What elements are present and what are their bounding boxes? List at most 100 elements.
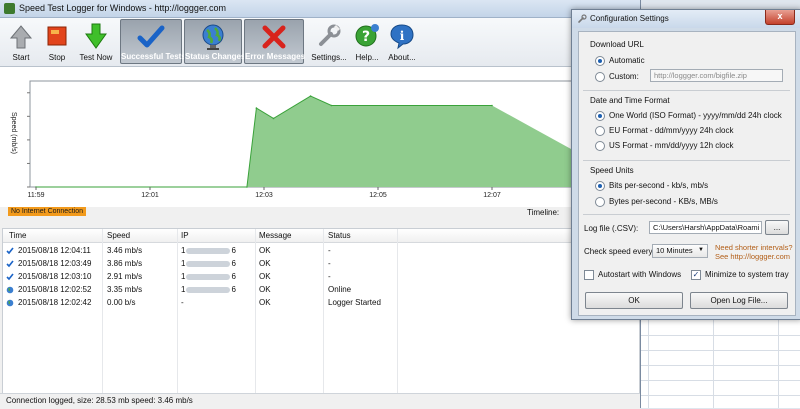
row-message: OK	[259, 285, 271, 294]
shorter-intervals-link[interactable]: Need shorter intervals?	[715, 243, 793, 252]
help-button[interactable]: ? Help...	[350, 19, 384, 64]
start-button[interactable]: Start	[4, 19, 38, 64]
loggger-link[interactable]: See http://loggger.com	[715, 252, 790, 261]
datetime-format-heading: Date and Time Format	[590, 96, 670, 105]
successful-tests-button[interactable]: Successful Tests	[120, 19, 186, 64]
download-url-group: Download URL Automatic Custom: http://lo…	[583, 36, 790, 91]
check-interval-select[interactable]: 10 Minutes ▼	[652, 244, 708, 258]
table-row[interactable]: 2015/08/18 12:02:52 3.35 mb/s 1 6 OK Online	[3, 283, 639, 296]
speed-point	[246, 186, 248, 188]
row-ip-end: 6	[231, 272, 236, 281]
main-window: Speed Test Logger for Windows - http://l…	[0, 0, 641, 409]
table-row[interactable]: 2015/08/18 12:03:10 2.91 mb/s 1 6 OK -	[3, 270, 639, 283]
column-header-ip[interactable]: IP	[181, 231, 189, 240]
x-tick-label: 12:05	[369, 192, 387, 199]
x-tick-label: 12:07	[483, 192, 501, 199]
configuration-dialog: Configuration Settings x Download URL Au…	[571, 9, 800, 320]
error-messages-label: Error Messages	[245, 52, 306, 61]
automatic-label: Automatic	[609, 56, 645, 65]
status-changes-label: Status Changes	[185, 52, 246, 61]
stop-button[interactable]: Stop	[40, 19, 74, 64]
x-tick-label: 12:03	[255, 192, 273, 199]
test-now-icon	[85, 23, 107, 49]
info-icon: i	[390, 24, 414, 50]
us-format-label: US Format - mm/dd/yyyy 12h clock	[609, 141, 734, 150]
ok-button[interactable]: OK	[585, 292, 683, 309]
open-log-file-button[interactable]: Open Log File...	[690, 292, 788, 309]
row-status: Logger Started	[328, 298, 381, 307]
help-label: Help...	[355, 53, 379, 62]
row-speed: 2.91 mb/s	[107, 272, 143, 281]
checkmark-icon	[6, 273, 14, 283]
custom-radio[interactable]	[595, 72, 605, 82]
test-now-button[interactable]: Test Now	[76, 19, 116, 64]
column-header-status[interactable]: Status	[328, 231, 351, 240]
table-row[interactable]: 2015/08/18 12:02:42 0.00 b/s - OK Logger Sta…	[3, 296, 639, 309]
autostart-checkbox[interactable]	[584, 270, 594, 280]
row-speed: 3.86 mb/s	[107, 259, 143, 268]
speed-chart: 11:59 12:01 12:03 12:05 12:07 Speed (mb/s)	[0, 67, 641, 207]
svg-text:?: ?	[362, 29, 370, 45]
timeline-label: Timeline:	[527, 208, 560, 217]
row-speed: 0.00 b/s	[107, 298, 136, 307]
custom-url-field[interactable]: http://loggger.com/bigfile.zip	[650, 69, 783, 82]
no-internet-badge: No Internet Connection	[8, 207, 86, 216]
status-bar: Connection logged, size: 28.53 mb speed:…	[0, 393, 640, 409]
status-changes-button[interactable]: Status Changes	[184, 19, 246, 64]
eu-format-label: EU Format - dd/mm/yyyy 24h clock	[609, 126, 734, 135]
download-url-heading: Download URL	[590, 40, 644, 49]
row-time: 2015/08/18 12:02:52	[18, 285, 92, 294]
row-ip-start: -	[181, 298, 184, 307]
table-row[interactable]: 2015/08/18 12:03:49 3.86 mb/s 1 6 OK -	[3, 257, 639, 270]
column-header-speed[interactable]: Speed	[107, 231, 130, 240]
log-file-field[interactable]: C:\Users\Harsh\AppData\Roami	[649, 221, 762, 234]
grid-line	[618, 335, 800, 336]
table-row[interactable]: 2015/08/18 12:04:11 3.46 mb/s 1 6 OK -	[3, 244, 639, 257]
dialog-body: Download URL Automatic Custom: http://lo…	[578, 31, 796, 316]
bits-radio[interactable]	[595, 181, 605, 191]
dialog-title-bar: Configuration Settings x	[572, 10, 800, 28]
speed-point	[309, 95, 312, 97]
checkmark-icon	[137, 25, 165, 48]
grid-line	[618, 380, 800, 381]
x-tick-label: 12:01	[141, 192, 159, 199]
speed-units-group: Speed Units Bits per-second - kb/s, mb/s…	[583, 162, 790, 215]
automatic-radio[interactable]	[595, 56, 605, 66]
minimize-checkbox[interactable]: ✓	[691, 270, 701, 280]
row-time: 2015/08/18 12:04:11	[18, 246, 91, 255]
iso-format-radio[interactable]	[595, 111, 605, 121]
row-ip-start: 1	[181, 259, 186, 268]
row-message: OK	[259, 272, 271, 281]
start-icon	[9, 25, 33, 49]
bytes-radio[interactable]	[595, 197, 605, 207]
stop-label: Stop	[48, 53, 66, 62]
column-header-message[interactable]: Message	[259, 231, 291, 240]
browse-button[interactable]: ...	[765, 220, 789, 235]
row-status: -	[328, 272, 331, 281]
eu-format-radio[interactable]	[595, 126, 605, 136]
status-bar-text: Connection logged, size: 28.53 mb speed:…	[6, 396, 193, 405]
row-ip-start: 1	[181, 246, 186, 255]
grid-line	[618, 350, 800, 351]
settings-button[interactable]: Settings...	[308, 19, 350, 64]
dialog-title: Configuration Settings	[590, 14, 669, 23]
us-format-radio[interactable]	[595, 141, 605, 151]
wrench-icon	[319, 24, 341, 46]
app-icon	[4, 3, 15, 14]
help-icon: ?	[355, 24, 379, 47]
column-header-time[interactable]: Time	[9, 231, 26, 240]
redacted-ip-blur	[186, 247, 231, 254]
check-interval-value: 10 Minutes	[656, 246, 693, 255]
successful-tests-label: Successful Tests	[121, 52, 186, 61]
bits-label: Bits per-second - kb/s, mb/s	[609, 181, 709, 190]
iso-format-label: One World (ISO Format) - yyyy/mm/dd 24h …	[609, 111, 782, 120]
y-axis-label: Speed (mb/s)	[10, 112, 17, 154]
about-button[interactable]: i About...	[385, 19, 419, 64]
row-ip-start: 1	[181, 285, 186, 294]
datetime-format-group: Date and Time Format One World (ISO Form…	[583, 92, 790, 161]
close-button[interactable]: x	[765, 10, 795, 25]
row-time: 2015/08/18 12:03:49	[18, 259, 92, 268]
test-now-label: Test Now	[79, 53, 113, 62]
speed-chart-svg: 11:59 12:01 12:03 12:05 12:07 Speed (mb/s)	[10, 80, 641, 199]
error-messages-button[interactable]: Error Messages	[244, 19, 306, 64]
